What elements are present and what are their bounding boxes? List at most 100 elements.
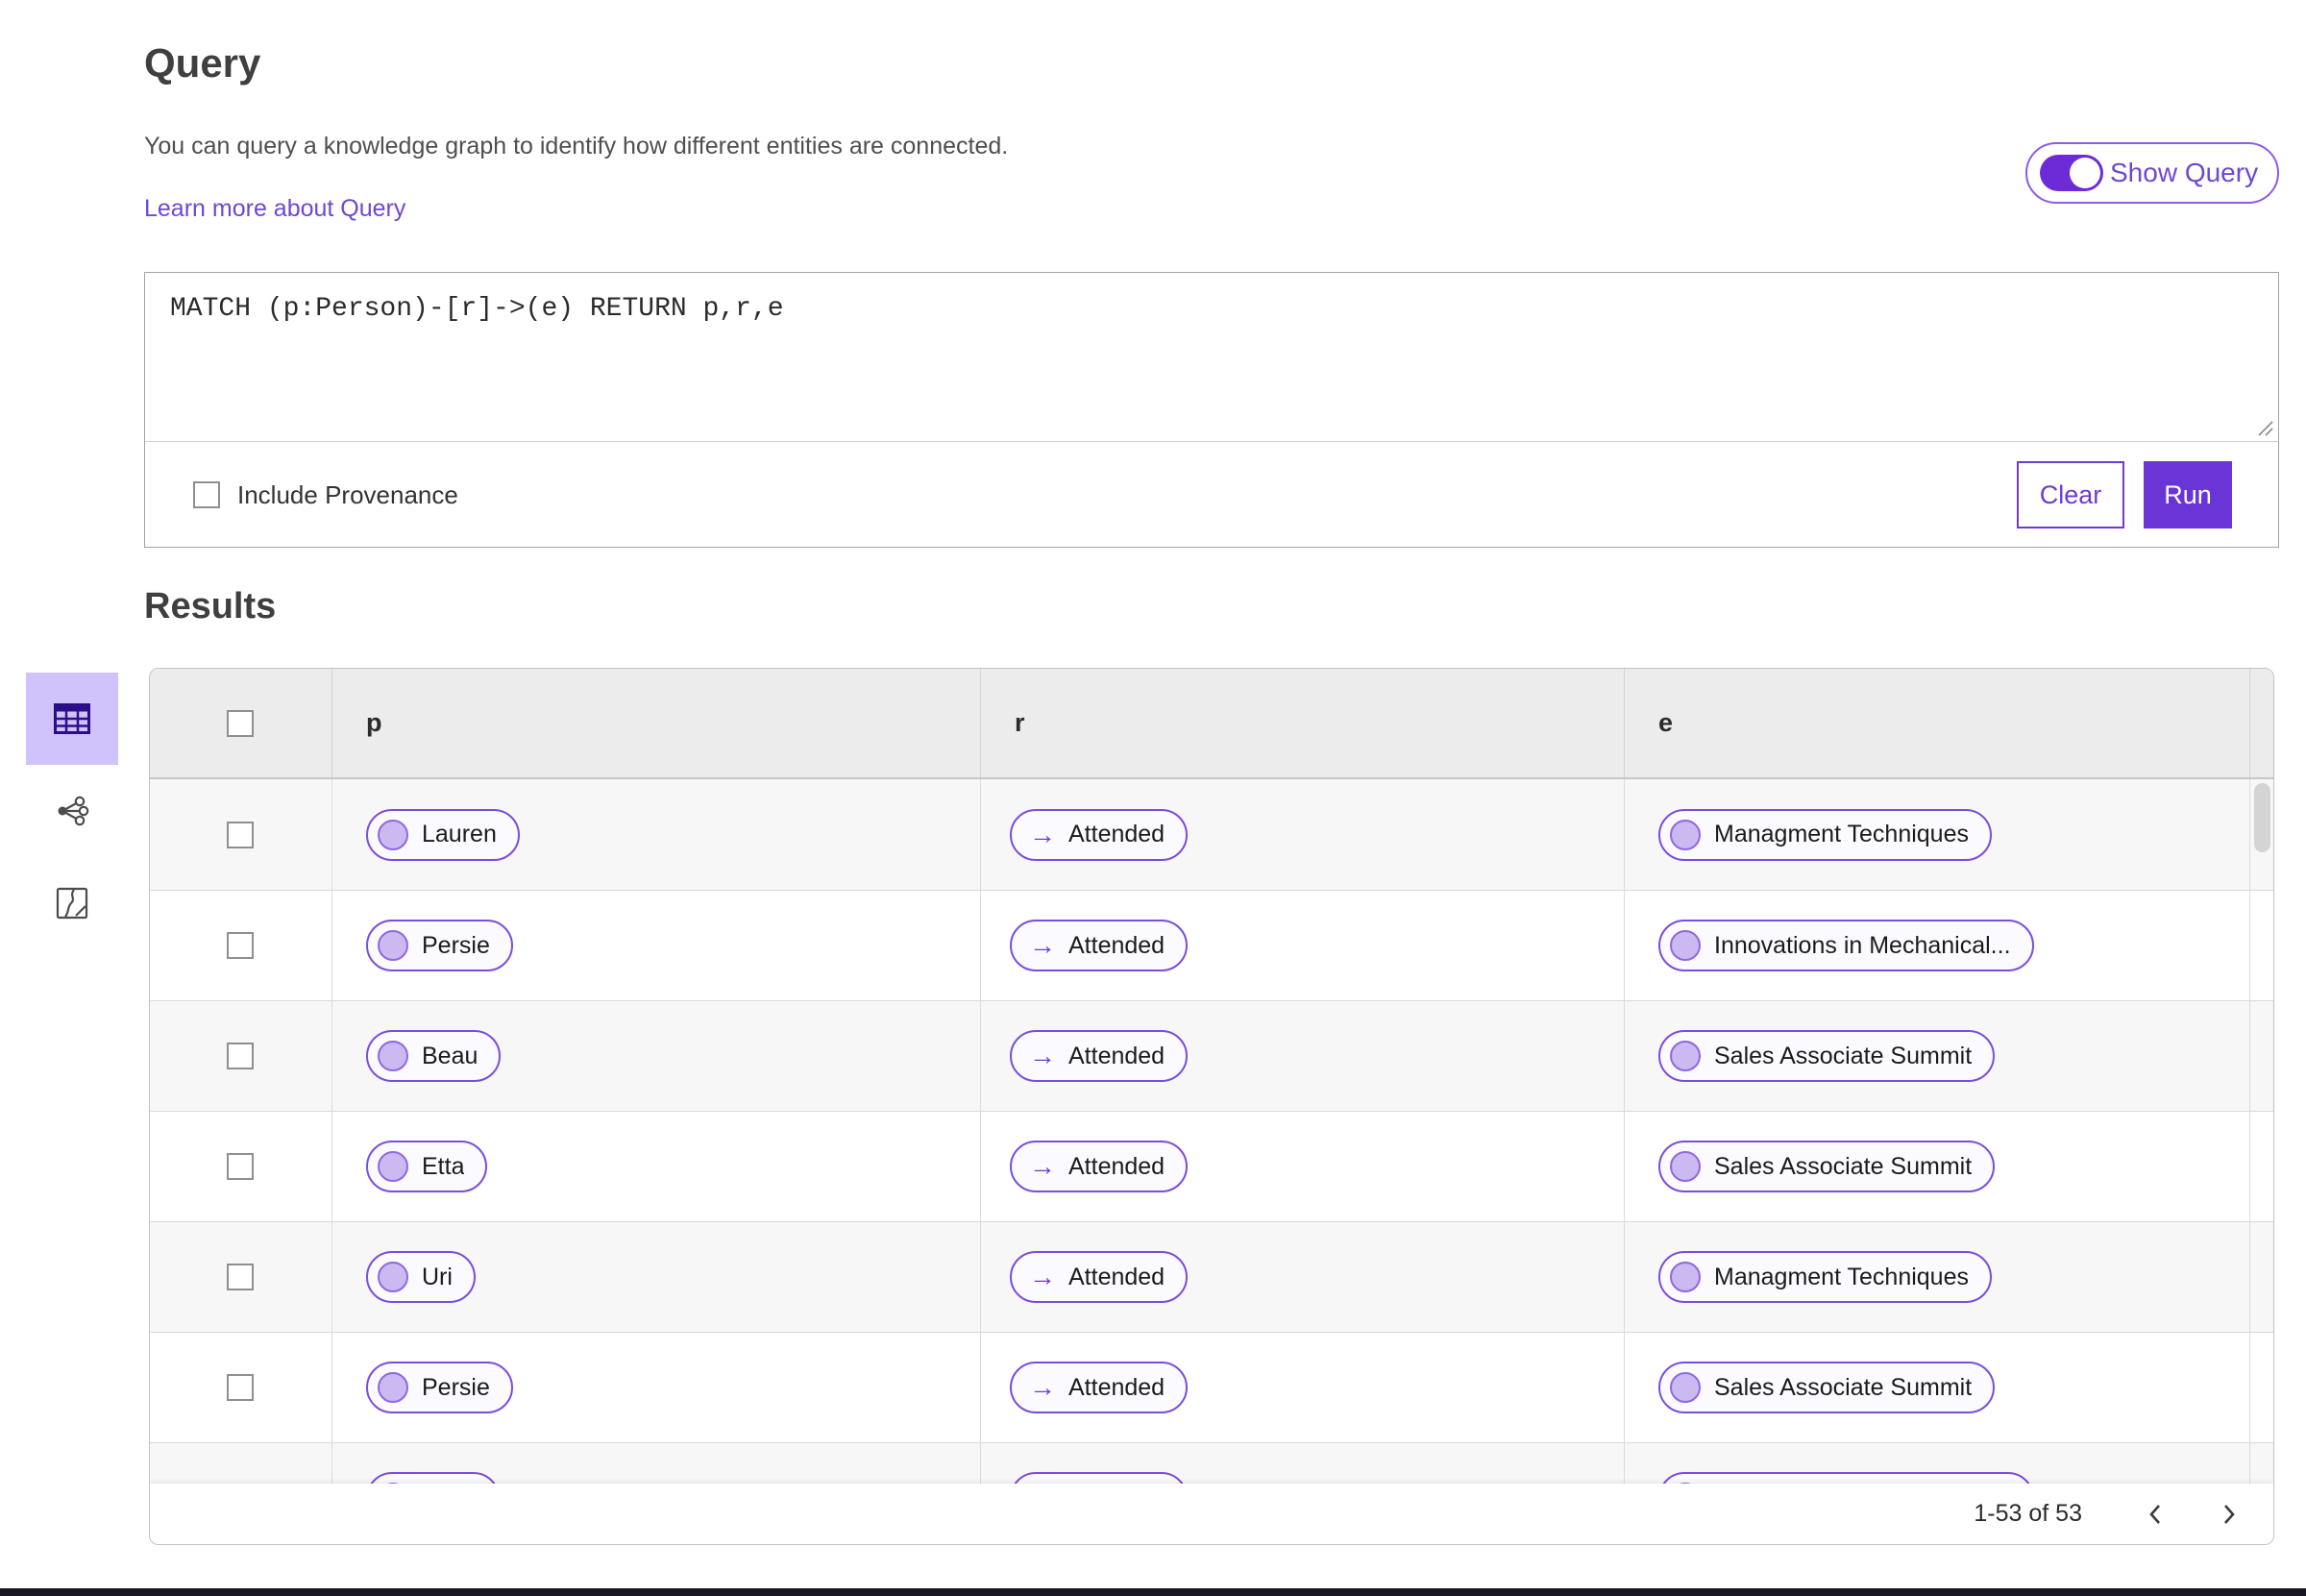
- row-scrollbar-cell: [2250, 1222, 2273, 1332]
- entity-pill[interactable]: Lauren: [366, 808, 520, 861]
- include-provenance-checkbox[interactable]: [193, 481, 220, 508]
- column-header-e: e: [1625, 669, 2250, 777]
- graph-view-button[interactable]: [26, 765, 118, 857]
- entity-pill[interactable]: Sales Associate Summit: [1658, 1362, 1996, 1413]
- learn-more-link[interactable]: Learn more about Query: [144, 195, 405, 223]
- entity-pill[interactable]: Etta: [366, 1141, 488, 1192]
- page-title: Query: [144, 40, 261, 86]
- entity-pill[interactable]: Sales Associate Summit: [1658, 1141, 1996, 1192]
- table-row: Uri → Attended Managment Techniques: [150, 1221, 2273, 1332]
- entity-pill[interactable]: Beau: [366, 1030, 502, 1082]
- row-checkbox[interactable]: [227, 932, 254, 959]
- relation-label: Attended: [1068, 1373, 1165, 1401]
- entity-label: Persie: [422, 931, 490, 959]
- map-view-button[interactable]: [26, 857, 118, 949]
- cell-r: → Attended: [981, 1001, 1625, 1111]
- entity-pill[interactable]: Managment Techniques: [1658, 808, 1992, 861]
- row-checkbox[interactable]: [227, 821, 254, 848]
- cell-r: → Attended: [981, 1222, 1625, 1332]
- query-editor-panel: MATCH (p:Person)-[r]->(e) RETURN p,r,e I…: [144, 272, 2279, 548]
- next-page-button[interactable]: [2219, 1502, 2240, 1527]
- row-checkbox-cell: [150, 1222, 332, 1332]
- entity-label: Sales Associate Summit: [1714, 1042, 1973, 1069]
- vertical-scrollbar[interactable]: [2254, 783, 2270, 852]
- resize-handle-icon[interactable]: [2255, 418, 2274, 437]
- row-scrollbar-cell: [2250, 1112, 2273, 1221]
- table-view-button[interactable]: [26, 673, 118, 765]
- query-footer: Include Provenance Clear Run: [145, 442, 2278, 548]
- arrow-right-icon: →: [1029, 1262, 1056, 1291]
- entity-pill[interactable]: Persie: [366, 1362, 513, 1413]
- cell-p: Etta: [332, 1112, 981, 1221]
- show-query-toggle[interactable]: Show Query: [2025, 142, 2279, 204]
- cell-e: Sales Associate Summit: [1625, 1112, 2250, 1221]
- cell-p: Beau: [332, 1001, 981, 1111]
- row-scrollbar-cell: [2250, 891, 2273, 1000]
- table-row: Persie → Attended Sales Associate Summit: [150, 1332, 2273, 1442]
- table-row: Beau → Attended Sales Associate Summit: [150, 1000, 2273, 1111]
- cell-e: Sales Associate Summit: [1625, 1001, 2250, 1111]
- chevron-right-icon: [2224, 1504, 2235, 1524]
- arrow-right-icon: →: [1029, 1372, 1056, 1402]
- row-checkbox[interactable]: [227, 1153, 254, 1180]
- include-provenance-label: Include Provenance: [237, 479, 458, 509]
- run-button[interactable]: Run: [2144, 461, 2232, 528]
- entity-label: Uri: [422, 1263, 453, 1290]
- cell-e: Innovations in Mechanical...: [1625, 891, 2250, 1000]
- node-circle-icon: [378, 1372, 408, 1403]
- arrow-right-icon: →: [1029, 819, 1056, 849]
- relation-pill[interactable]: → Attended: [1010, 1030, 1189, 1082]
- cell-e: Managment Techniques: [1625, 779, 2250, 890]
- previous-page-button[interactable]: [2145, 1502, 2166, 1527]
- entity-pill[interactable]: Innovations in Mechanical...: [1658, 920, 2034, 971]
- row-checkbox[interactable]: [227, 1374, 254, 1401]
- column-header-p: p: [332, 669, 981, 777]
- node-circle-icon: [378, 1262, 408, 1292]
- entity-label: Managment Techniques: [1714, 821, 1969, 847]
- row-checkbox[interactable]: [227, 1264, 254, 1290]
- row-checkbox[interactable]: [227, 1043, 254, 1069]
- table-row: Lauren → Attended Managment Techniques: [150, 779, 2273, 890]
- entity-pill[interactable]: Managment Techniques: [1658, 1251, 1992, 1303]
- relation-label: Attended: [1068, 1042, 1165, 1069]
- cell-r: → Attended: [981, 1333, 1625, 1442]
- cell-r: → Attended: [981, 779, 1625, 890]
- relation-label: Attended: [1068, 931, 1165, 959]
- relation-label: Attended: [1068, 1263, 1165, 1290]
- page-description: You can query a knowledge graph to ident…: [144, 133, 1009, 160]
- toggle-on-icon[interactable]: [2040, 155, 2103, 191]
- results-title: Results: [144, 586, 277, 626]
- node-circle-icon: [378, 819, 408, 850]
- relation-pill[interactable]: → Attended: [1010, 1251, 1189, 1303]
- relation-pill[interactable]: → Attended: [1010, 1362, 1189, 1413]
- entity-label: Persie: [422, 1373, 490, 1401]
- node-circle-icon: [1670, 1372, 1701, 1403]
- show-query-label: Show Query: [2110, 158, 2259, 187]
- results-table-header: p r e: [150, 669, 2273, 779]
- cell-e: Managment Techniques: [1625, 1222, 2250, 1332]
- entity-label: Etta: [422, 1152, 465, 1180]
- entity-pill[interactable]: Uri: [366, 1251, 476, 1303]
- pagination-bar: 1-53 of 53: [150, 1484, 2273, 1544]
- window-bottom-edge: [0, 1588, 2306, 1596]
- table-row: Persie → Attended Innovations in Mechani…: [150, 890, 2273, 1000]
- entity-label: Innovations in Mechanical...: [1714, 931, 2011, 959]
- entity-pill[interactable]: Sales Associate Summit: [1658, 1030, 1996, 1082]
- row-checkbox-cell: [150, 1001, 332, 1111]
- relation-pill[interactable]: → Attended: [1010, 808, 1189, 861]
- select-all-checkbox[interactable]: [227, 709, 254, 737]
- arrow-right-icon: →: [1029, 1041, 1056, 1070]
- arrow-right-icon: →: [1029, 1151, 1056, 1181]
- relation-label: Attended: [1068, 821, 1165, 847]
- header-scrollbar-cell: [2250, 669, 2273, 777]
- results-table: p r e Lauren → Attended Managment Techni…: [149, 668, 2274, 1545]
- header-checkbox-cell: [150, 669, 332, 777]
- view-switcher: [26, 673, 118, 949]
- entity-label: Beau: [422, 1042, 478, 1069]
- entity-pill[interactable]: Persie: [366, 920, 513, 971]
- clear-button[interactable]: Clear: [2017, 461, 2124, 528]
- relation-pill[interactable]: → Attended: [1010, 920, 1189, 971]
- query-input[interactable]: MATCH (p:Person)-[r]->(e) RETURN p,r,e: [145, 273, 2278, 441]
- relation-pill[interactable]: → Attended: [1010, 1141, 1189, 1192]
- map-view-icon: [56, 887, 88, 920]
